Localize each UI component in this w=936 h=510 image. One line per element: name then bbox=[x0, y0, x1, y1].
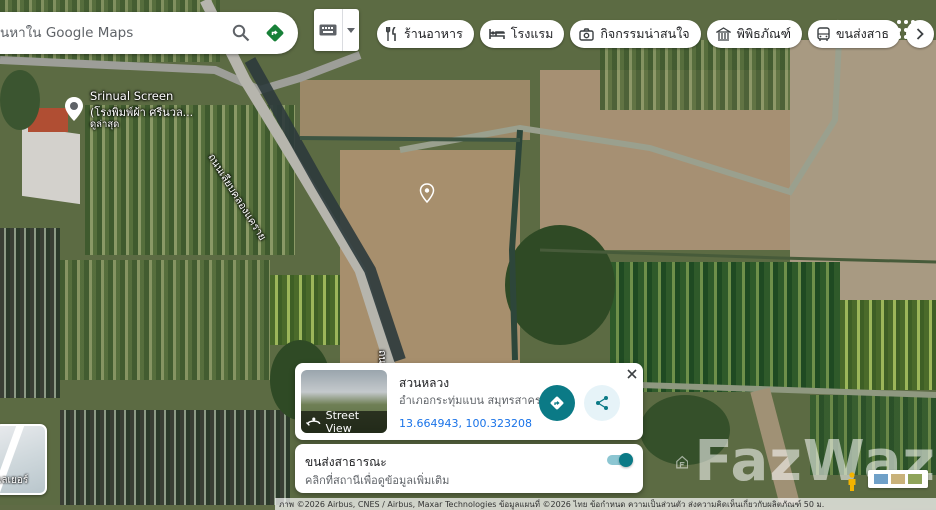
chip-hotels[interactable]: โรงแรม bbox=[479, 20, 565, 48]
close-icon bbox=[627, 369, 637, 379]
search-button[interactable] bbox=[224, 16, 258, 50]
road-label-fragment: ถน bbox=[376, 350, 388, 364]
caret-down-icon bbox=[347, 27, 355, 33]
google-apps-icon[interactable] bbox=[897, 20, 917, 40]
map-pin-icon[interactable] bbox=[419, 183, 435, 203]
chip-label: ขนส่งสาธ bbox=[835, 26, 890, 41]
transit-title: ขนส่งสาธารณะ bbox=[305, 455, 387, 469]
toggle-knob bbox=[619, 453, 633, 467]
street-view-icon bbox=[306, 417, 321, 426]
chip-museums[interactable]: พิพิธภัณฑ์ bbox=[706, 20, 802, 48]
transit-toggle[interactable] bbox=[607, 453, 633, 467]
layers-label: เลเยอร์ bbox=[0, 475, 29, 486]
directions-icon bbox=[550, 396, 564, 410]
poi-name-label[interactable]: Srinual Screen bbox=[90, 89, 173, 103]
chip-restaurants[interactable]: ร้านอาหาร bbox=[377, 20, 474, 48]
chip-things-to-do[interactable]: กิจกรรมน่าสนใจ bbox=[570, 20, 701, 48]
map-attribution[interactable]: ภาพ ©2026 Airbus, CNES / Airbus, Maxar T… bbox=[275, 498, 936, 510]
share-button[interactable] bbox=[584, 385, 620, 421]
keyboard-icon bbox=[319, 24, 337, 36]
thumb-image bbox=[891, 474, 905, 484]
chevron-right-icon bbox=[916, 28, 924, 40]
transit-layer-card[interactable]: ขนส่งสาธารณะ คลิกที่สถานีเพื่อดูข้อมูลเพ… bbox=[295, 444, 643, 493]
pegman-icon[interactable] bbox=[846, 472, 858, 492]
chip-label: ร้านอาหาร bbox=[404, 26, 463, 41]
chip-label: โรงแรม bbox=[510, 26, 554, 41]
street-view-bar: Street View bbox=[301, 409, 387, 433]
museum-icon bbox=[715, 27, 731, 41]
fork-knife-icon bbox=[386, 27, 396, 41]
poi-marker-icon[interactable] bbox=[63, 96, 85, 122]
directions-icon bbox=[266, 24, 284, 42]
transit-subtitle: คลิกที่สถานีเพื่อดูข้อมูลเพิ่มเติม bbox=[305, 474, 450, 487]
place-card[interactable]: Street View สวนหลวง อำเภอกระทุ่มแบน สมุท… bbox=[295, 363, 643, 440]
imagery-thumbnails[interactable] bbox=[868, 470, 928, 488]
search-icon bbox=[232, 24, 250, 42]
directions-button[interactable] bbox=[539, 385, 575, 421]
poi-note-label: ดูล่าสุด bbox=[90, 119, 120, 130]
search-input[interactable] bbox=[0, 24, 224, 42]
search-box[interactable] bbox=[0, 12, 298, 54]
directions-button[interactable] bbox=[258, 16, 292, 50]
chip-transit[interactable]: ขนส่งสาธ bbox=[807, 20, 901, 48]
house-logo-icon bbox=[676, 455, 689, 468]
camera-icon bbox=[579, 27, 595, 41]
place-subtitle: อำเภอกระทุ่มแบน สมุทรสาคร bbox=[399, 394, 541, 407]
thumb-image bbox=[874, 474, 888, 484]
share-icon bbox=[596, 396, 608, 410]
chip-label: พิพิธภัณฑ์ bbox=[736, 26, 791, 41]
close-button[interactable] bbox=[624, 366, 640, 382]
layers-button[interactable]: เลเยอร์ bbox=[0, 424, 47, 495]
street-view-thumbnail[interactable]: Street View bbox=[301, 370, 387, 433]
category-chips: ร้านอาหาร โรงแรม กิจกรรมน่าสนใจ พิพิธภัณ… bbox=[377, 20, 935, 48]
input-tools-dropdown[interactable] bbox=[343, 27, 359, 33]
bus-icon bbox=[817, 26, 830, 41]
place-coordinates[interactable]: 13.664943, 100.323208 bbox=[399, 417, 532, 430]
input-tools-button[interactable] bbox=[314, 9, 359, 51]
bed-icon bbox=[488, 29, 505, 39]
thumb-image bbox=[908, 474, 922, 484]
street-view-label: Street View bbox=[325, 409, 360, 433]
chip-label: กิจกรรมน่าสนใจ bbox=[600, 26, 690, 41]
